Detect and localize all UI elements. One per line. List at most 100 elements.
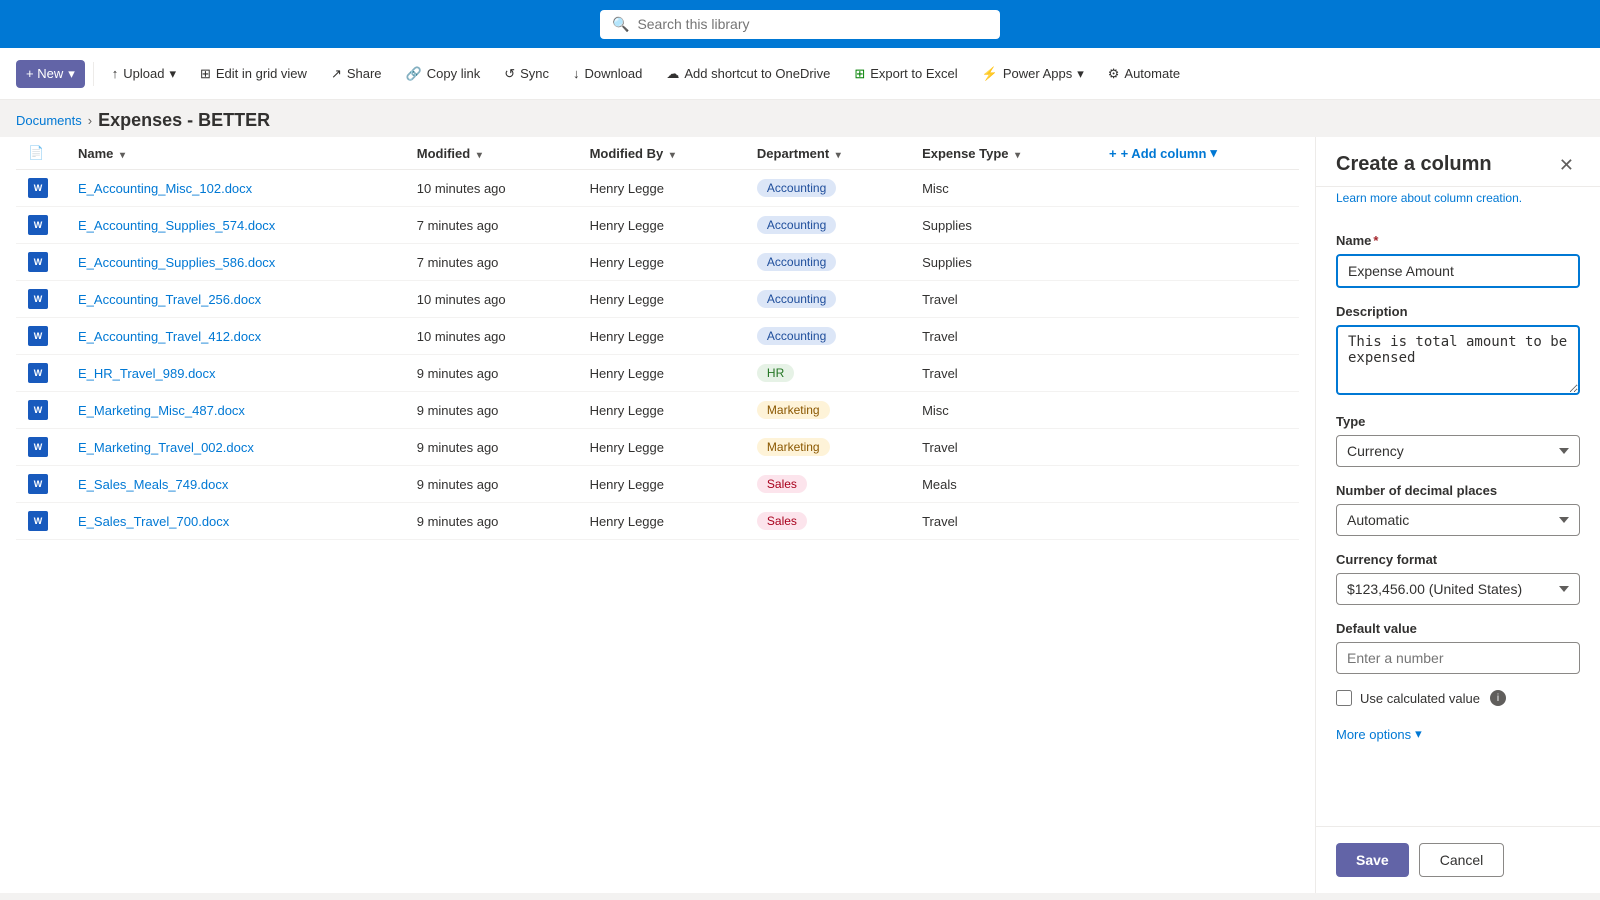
copy-link-button[interactable]: 🔗 Copy link (396, 60, 491, 88)
row-expense-type-cell: Misc (910, 392, 1097, 429)
shortcut-button[interactable]: ☁ Add shortcut to OneDrive (656, 60, 840, 88)
type-select[interactable]: Single line of textMultiple lines of tex… (1336, 435, 1580, 467)
upload-label: Upload (123, 66, 164, 81)
row-name-cell: E_Sales_Meals_749.docx (66, 466, 405, 503)
description-field-label: Description (1336, 304, 1580, 319)
more-options-button[interactable]: More options ▾ (1336, 722, 1422, 746)
edit-grid-button[interactable]: ⊞ Edit in grid view (190, 60, 317, 88)
search-bar[interactable]: 🔍 (600, 10, 1000, 39)
currency-format-select-wrapper: $123,456.00 (United States) (1336, 573, 1580, 605)
share-icon: ↗ (331, 66, 342, 82)
sync-button[interactable]: ↺ Sync (494, 60, 559, 88)
th-name[interactable]: Name ▾ (66, 137, 405, 170)
row-extra-cell (1097, 170, 1299, 207)
row-icon-cell: W (16, 244, 66, 281)
th-expense-type[interactable]: Expense Type ▾ (910, 137, 1097, 170)
powerapps-icon: ⚡ (982, 66, 998, 82)
chevron-down-icon: ▾ (68, 66, 75, 82)
row-department-cell: Accounting (745, 207, 910, 244)
edit-grid-label: Edit in grid view (216, 66, 307, 81)
th-department[interactable]: Department ▾ (745, 137, 910, 170)
row-icon-cell: W (16, 429, 66, 466)
department-badge: Sales (757, 475, 807, 493)
word-file-icon: W (28, 474, 48, 494)
row-name-cell: E_Accounting_Travel_256.docx (66, 281, 405, 318)
department-badge: Sales (757, 512, 807, 530)
th-add-column[interactable]: + + Add column ▾ (1097, 137, 1299, 170)
cancel-button[interactable]: Cancel (1419, 843, 1505, 877)
calculated-value-label[interactable]: Use calculated value (1360, 691, 1480, 706)
file-name[interactable]: E_Accounting_Supplies_586.docx (78, 255, 275, 270)
download-label: Download (585, 66, 643, 81)
file-name[interactable]: E_Marketing_Misc_487.docx (78, 403, 245, 418)
row-expense-type-cell: Supplies (910, 244, 1097, 281)
description-textarea[interactable] (1336, 325, 1580, 395)
currency-format-select[interactable]: $123,456.00 (United States) (1336, 573, 1580, 605)
row-department-cell: Marketing (745, 392, 910, 429)
name-field-group: Name* (1336, 233, 1580, 288)
table-row: W E_Accounting_Travel_412.docx 10 minute… (16, 318, 1299, 355)
file-name[interactable]: E_Marketing_Travel_002.docx (78, 440, 254, 455)
add-column-button[interactable]: + + Add column ▾ (1109, 145, 1287, 161)
share-button[interactable]: ↗ Share (321, 60, 392, 88)
file-name[interactable]: E_Sales_Meals_749.docx (78, 477, 228, 492)
row-modified-by-cell: Henry Legge (578, 429, 745, 466)
export-button[interactable]: ⊞ Export to Excel (844, 60, 967, 88)
type-select-wrapper: Single line of textMultiple lines of tex… (1336, 435, 1580, 467)
department-badge: Accounting (757, 290, 836, 308)
row-department-cell: Sales (745, 466, 910, 503)
file-name[interactable]: E_HR_Travel_989.docx (78, 366, 216, 381)
learn-more-link[interactable]: Learn more about column creation. (1316, 187, 1600, 217)
table-row: W E_Accounting_Misc_102.docx 10 minutes … (16, 170, 1299, 207)
row-name-cell: E_Accounting_Supplies_574.docx (66, 207, 405, 244)
file-name[interactable]: E_Accounting_Misc_102.docx (78, 181, 252, 196)
save-button[interactable]: Save (1336, 843, 1409, 877)
panel-title: Create a column (1336, 153, 1492, 176)
download-icon: ↓ (573, 66, 580, 81)
sync-icon: ↺ (504, 66, 515, 82)
row-modified-by-cell: Henry Legge (578, 355, 745, 392)
default-value-input[interactable] (1336, 642, 1580, 674)
row-expense-type-cell: Travel (910, 355, 1097, 392)
row-department-cell: Accounting (745, 170, 910, 207)
file-name[interactable]: E_Accounting_Supplies_574.docx (78, 218, 275, 233)
calculated-value-checkbox[interactable] (1336, 690, 1352, 706)
file-name[interactable]: E_Accounting_Travel_256.docx (78, 292, 261, 307)
row-modified-cell: 9 minutes ago (405, 466, 578, 503)
table-row: W E_Accounting_Travel_256.docx 10 minute… (16, 281, 1299, 318)
table-row: W E_Sales_Travel_700.docx 9 minutes ago … (16, 503, 1299, 540)
search-input[interactable] (637, 16, 988, 32)
name-input[interactable] (1336, 254, 1580, 288)
name-field-label: Name* (1336, 233, 1580, 248)
currency-format-field-group: Currency format $123,456.00 (United Stat… (1336, 552, 1580, 605)
close-button[interactable]: ✕ (1553, 153, 1580, 178)
automate-button[interactable]: ⚙ Automate (1098, 60, 1190, 88)
info-icon[interactable]: i (1490, 690, 1506, 706)
upload-button[interactable]: ↑ Upload ▾ (102, 60, 186, 88)
table-row: W E_Sales_Meals_749.docx 9 minutes ago H… (16, 466, 1299, 503)
power-apps-button[interactable]: ⚡ Power Apps ▾ (972, 60, 1094, 88)
row-modified-cell: 10 minutes ago (405, 170, 578, 207)
new-button[interactable]: + New ▾ (16, 60, 85, 88)
th-modified-by[interactable]: Modified By ▾ (578, 137, 745, 170)
decimal-select[interactable]: Automatic012345 (1336, 504, 1580, 536)
more-options-label: More options (1336, 727, 1411, 742)
row-name-cell: E_Marketing_Misc_487.docx (66, 392, 405, 429)
breadcrumb: Documents › Expenses - BETTER (0, 100, 1600, 137)
panel-header: Create a column ✕ (1316, 137, 1600, 187)
divider-1 (93, 62, 94, 86)
download-button[interactable]: ↓ Download (563, 60, 652, 87)
row-extra-cell (1097, 318, 1299, 355)
file-name[interactable]: E_Accounting_Travel_412.docx (78, 329, 261, 344)
row-name-cell: E_Marketing_Travel_002.docx (66, 429, 405, 466)
row-icon-cell: W (16, 207, 66, 244)
name-sort-icon: ▾ (120, 150, 125, 161)
table-row: W E_Accounting_Supplies_586.docx 7 minut… (16, 244, 1299, 281)
file-name[interactable]: E_Sales_Travel_700.docx (78, 514, 229, 529)
row-department-cell: Marketing (745, 429, 910, 466)
th-modified[interactable]: Modified ▾ (405, 137, 578, 170)
row-icon-cell: W (16, 355, 66, 392)
share-label: Share (347, 66, 382, 81)
table-row: W E_Accounting_Supplies_574.docx 7 minut… (16, 207, 1299, 244)
breadcrumb-parent[interactable]: Documents (16, 113, 82, 128)
